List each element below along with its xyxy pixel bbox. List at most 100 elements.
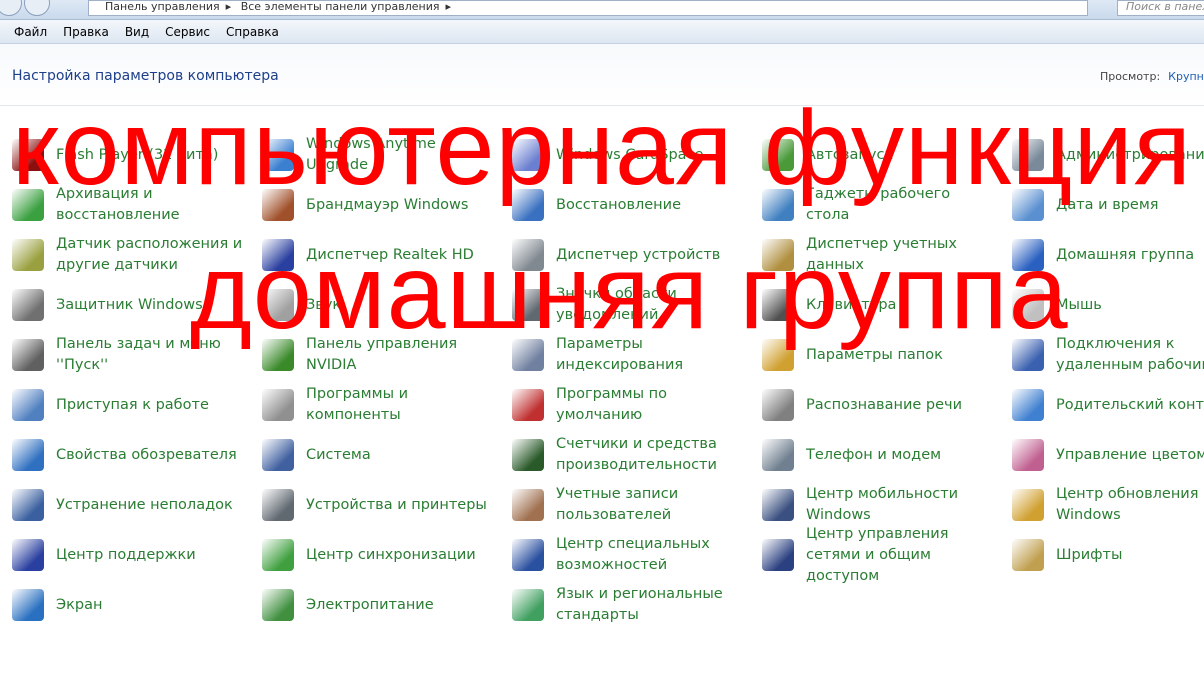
- view-dropdown[interactable]: Крупн: [1168, 70, 1204, 83]
- control-panel-item[interactable]: Приступая к работе: [12, 382, 257, 428]
- control-panel-item-label: Дата и время: [1056, 196, 1159, 213]
- control-panel-item-icon: [512, 289, 544, 321]
- control-panel-item[interactable]: Восстановление: [512, 182, 757, 228]
- control-panel-item[interactable]: Свойства обозревателя: [12, 432, 257, 478]
- menu-file[interactable]: Файл: [14, 25, 47, 39]
- forward-button[interactable]: [24, 0, 50, 16]
- control-panel-item-label: Учетные записи пользователей: [556, 486, 679, 523]
- control-panel-item-label: Центр синхронизации: [306, 546, 476, 563]
- control-panel-item[interactable]: Гаджеты рабочего стола: [762, 182, 1007, 228]
- control-panel-item-icon: [512, 339, 544, 371]
- control-panel-item[interactable]: Программы и компоненты: [262, 382, 507, 428]
- control-panel-item-label: Счетчики и средства производительности: [556, 436, 717, 473]
- control-panel-item-label: Администрирование: [1056, 146, 1204, 163]
- control-panel-item[interactable]: Управление цветом: [1012, 432, 1204, 478]
- control-panel-item[interactable]: Автозапуск: [762, 132, 1007, 178]
- control-panel-item-label: Центр обновления Windows: [1056, 486, 1199, 523]
- control-panel-item-label: Программы и компоненты: [306, 386, 409, 423]
- control-panel-item[interactable]: Подключения к удаленным рабочим: [1012, 332, 1204, 378]
- control-panel-item[interactable]: Диспетчер устройств: [512, 232, 757, 278]
- control-panel-item[interactable]: Дата и время: [1012, 182, 1204, 228]
- control-panel-item-icon: [762, 189, 794, 221]
- control-panel-item-label: Диспетчер учетных данных: [806, 236, 957, 273]
- control-panel-item-label: Телефон и модем: [806, 446, 942, 463]
- control-panel-item[interactable]: Устранение неполадок: [12, 482, 257, 528]
- control-panel-item[interactable]: Параметры индексирования: [512, 332, 757, 378]
- control-panel-item-label: Домашняя группа: [1056, 246, 1195, 263]
- control-panel-item[interactable]: Учетные записи пользователей: [512, 482, 757, 528]
- menu-help[interactable]: Справка: [226, 25, 279, 39]
- control-panel-item[interactable]: Родительский контроль: [1012, 382, 1204, 428]
- search-input[interactable]: Поиск в панели: [1117, 0, 1204, 16]
- control-panel-item[interactable]: Звук: [262, 282, 507, 328]
- control-panel-item-icon: [12, 589, 44, 621]
- menu-bar: Файл Правка Вид Сервис Справка: [0, 20, 1204, 44]
- control-panel-item[interactable]: Панель управления NVIDIA: [262, 332, 507, 378]
- control-panel-item-icon: [1012, 539, 1044, 571]
- control-panel-item[interactable]: Электропитание: [262, 582, 507, 628]
- breadcrumb[interactable]: Панель управления ▸ Все элементы панели у…: [88, 0, 1088, 16]
- control-panel-item[interactable]: Телефон и модем: [762, 432, 1007, 478]
- control-panel-item[interactable]: Программы по умолчанию: [512, 382, 757, 428]
- control-panel-item-label: Значки области уведомлений: [556, 286, 677, 323]
- control-panel-item-icon: [12, 489, 44, 521]
- control-panel-item[interactable]: Диспетчер Realtek HD: [262, 232, 507, 278]
- control-panel-item-label: Экран: [56, 596, 103, 613]
- control-panel-item[interactable]: Архивация и восстановление: [12, 182, 257, 228]
- control-panel-item[interactable]: Экран: [12, 582, 257, 628]
- control-panel-item-icon: [762, 489, 794, 521]
- control-panel-item[interactable]: Язык и региональные стандарты: [512, 582, 757, 628]
- control-panel-item-icon: [762, 539, 794, 571]
- control-panel-item-icon: [762, 289, 794, 321]
- control-panel-item[interactable]: Центр синхронизации: [262, 532, 507, 578]
- view-selector: Просмотр: Крупн: [1100, 70, 1204, 83]
- control-panel-item[interactable]: Счетчики и средства производительности: [512, 432, 757, 478]
- view-label: Просмотр:: [1100, 70, 1161, 83]
- control-panel-item-label: Восстановление: [556, 196, 682, 213]
- back-button[interactable]: [0, 0, 22, 16]
- control-panel-item[interactable]: Значки области уведомлений: [512, 282, 757, 328]
- control-panel-item[interactable]: Клавиатура: [762, 282, 1007, 328]
- control-panel-item[interactable]: Защитник Windows: [12, 282, 257, 328]
- control-panel-item-label: Свойства обозревателя: [56, 446, 237, 463]
- control-panel-item[interactable]: Датчик расположения и другие датчики: [12, 232, 257, 278]
- control-panel-item[interactable]: Windows CardSpace: [512, 132, 757, 178]
- control-panel-item[interactable]: Flash Player (32 бита): [12, 132, 257, 178]
- control-panel-item[interactable]: Администрирование: [1012, 132, 1204, 178]
- control-panel-item[interactable]: Центр обновления Windows: [1012, 482, 1204, 528]
- control-panel-item[interactable]: Центр мобильности Windows: [762, 482, 1007, 528]
- control-panel-item[interactable]: Распознавание речи: [762, 382, 1007, 428]
- control-panel-item-label: Программы по умолчанию: [556, 386, 667, 423]
- control-panel-item[interactable]: Центр специальных возможностей: [512, 532, 757, 578]
- control-panel-item-icon: [512, 439, 544, 471]
- menu-view[interactable]: Вид: [125, 25, 149, 39]
- control-panel-item-icon: [262, 139, 294, 171]
- control-panel-item[interactable]: Брандмауэр Windows: [262, 182, 507, 228]
- control-panel-item-icon: [12, 289, 44, 321]
- control-panel-item-label: Windows Anytime Upgrade: [306, 136, 436, 173]
- control-panel-item[interactable]: Система: [262, 432, 507, 478]
- control-panel-item[interactable]: Мышь: [1012, 282, 1204, 328]
- menu-edit[interactable]: Правка: [63, 25, 109, 39]
- control-panel-item-icon: [512, 589, 544, 621]
- breadcrumb-item[interactable]: Панель управления: [105, 0, 220, 13]
- menu-tools[interactable]: Сервис: [165, 25, 210, 39]
- control-panel-item-label: Клавиатура: [806, 296, 897, 313]
- control-panel-item[interactable]: Windows Anytime Upgrade: [262, 132, 507, 178]
- control-panel-item-label: Параметры индексирования: [556, 336, 684, 373]
- breadcrumb-item[interactable]: Все элементы панели управления: [241, 0, 440, 13]
- control-panel-item[interactable]: Центр поддержки: [12, 532, 257, 578]
- control-panel-item-label: Родительский контроль: [1056, 396, 1204, 413]
- control-panel-item-icon: [512, 139, 544, 171]
- control-panel-item-label: Язык и региональные стандарты: [556, 586, 723, 623]
- control-panel-item[interactable]: Центр управления сетями и общим доступом: [762, 526, 1007, 584]
- control-panel-item[interactable]: Параметры папок: [762, 332, 1007, 378]
- control-panel-item-label: Звук: [306, 296, 342, 313]
- control-panel-item[interactable]: Панель задач и меню ''Пуск'': [12, 332, 257, 378]
- control-panel-item[interactable]: Домашняя группа: [1012, 232, 1204, 278]
- control-panel-item[interactable]: Шрифты: [1012, 532, 1204, 578]
- control-panel-item-label: Шрифты: [1056, 546, 1123, 563]
- control-panel-item[interactable]: Устройства и принтеры: [262, 482, 507, 528]
- control-panel-item-label: Центр поддержки: [56, 546, 196, 563]
- control-panel-item[interactable]: Диспетчер учетных данных: [762, 232, 1007, 278]
